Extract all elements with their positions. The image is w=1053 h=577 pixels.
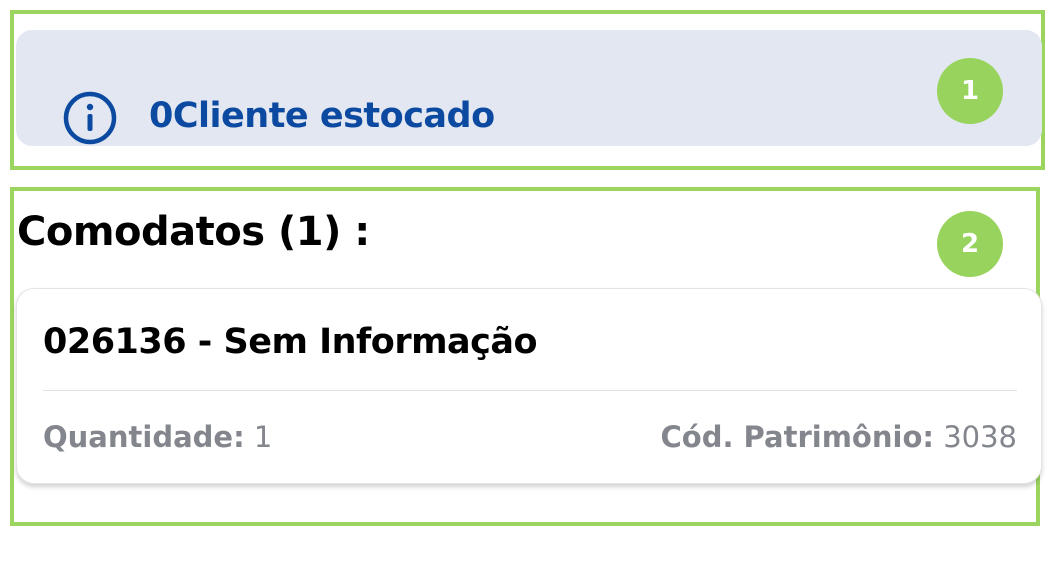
card-title: 026136 - Sem Informação [43, 322, 538, 362]
patrimonio-field: Cód. Patrimônio: 3038 [660, 419, 1017, 455]
quantidade-label: Quantidade: [43, 420, 245, 454]
patrimonio-label: Cód. Patrimônio: [660, 420, 934, 454]
comodato-card[interactable]: 026136 - Sem Informação Quantidade: 1 Có… [16, 288, 1042, 484]
info-banner: 0Cliente estocado [16, 30, 1042, 146]
annotation-badge-2: 2 [937, 211, 1003, 277]
banner-text: 0Cliente estocado [149, 96, 495, 136]
quantidade-field: Quantidade: 1 [43, 419, 272, 455]
quantidade-value: 1 [253, 420, 273, 454]
info-icon [62, 90, 118, 146]
section-title: Comodatos (1) : [17, 209, 370, 255]
card-divider [43, 390, 1017, 391]
annotation-badge-1: 1 [937, 58, 1003, 124]
patrimonio-value: 3038 [943, 420, 1017, 454]
